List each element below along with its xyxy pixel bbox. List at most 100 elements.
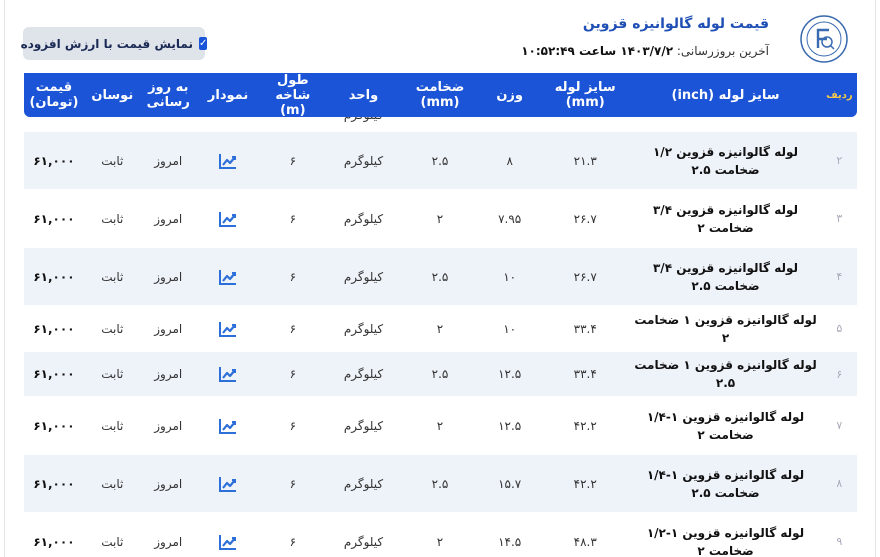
row-price: ۶۱,۰۰۰ [33,418,75,433]
row-fluctuation: ثابت [101,367,124,381]
row-index: ۲ [836,154,843,167]
row-length: ۶ [289,269,297,284]
row-name: لوله گالوانیزه قزوین ۱ ضخامت ۲ [634,312,817,345]
row-chart[interactable] [196,152,261,170]
row-size: ۴۲.۲ [573,476,597,491]
row-length: ۶ [289,418,297,433]
table-row[interactable]: ۴ لوله گالوانیزه قزوین ۳/۴ ضخامت ۲.۵ ۲۶.۷ ۱… [24,248,857,306]
row-index: ۴ [836,270,843,283]
col-name-header: سایز لوله (inch) [671,87,780,103]
trend-chart-icon[interactable] [218,210,238,228]
row-thickness: ۲ [436,321,444,336]
trend-chart-icon[interactable] [218,417,238,435]
row-name: لوله گالوانیزه قزوین ۱ ضخامت ۲.۵ [634,358,817,390]
row-weight: ۸ [506,153,513,168]
trend-chart-icon[interactable] [218,365,238,383]
row-weight: ۱۵.۷ [498,476,522,491]
trend-chart-icon[interactable] [218,533,238,551]
row-update: امروز [154,269,183,284]
row-chart[interactable] [196,533,261,551]
table-row[interactable]: ۶ لوله گالوانیزه قزوین ۱ ضخامت ۲.۵ ۳۳.۴ ۱۲.… [24,352,857,397]
row-length: ۶ [289,534,297,549]
vat-checkbox[interactable]: ✓ [199,37,208,50]
table-row[interactable]: ۷ لوله گالوانیزه قزوین ۱-۱/۴ ضخامت ۲ ۴۲.۲ ۱… [24,397,857,455]
table-header: ردیف سایز لوله (inch) سایز لوله (mm) وزن… [24,73,857,118]
row-index: ۶ [836,367,843,381]
row-name: لوله گالوانیزه قزوین ۱/۲ ضخامت ۲.۵ [652,144,799,177]
table-row[interactable]: ۵ لوله گالوانیزه قزوین ۱ ضخامت ۲ ۳۳.۴ ۱۰ ۲ کی… [24,306,857,352]
row-fluctuation: ثابت [101,418,124,433]
row-unit: کیلوگرم [343,321,384,336]
row-chart[interactable] [196,268,261,286]
row-fluctuation: ثابت [101,534,124,549]
row-thickness: ۲.۵ [431,476,449,491]
table-row[interactable]: ۸ لوله گالوانیزه قزوین ۱-۱/۴ ضخامت ۲.۵ ۴۲.… [24,455,857,513]
row-size: ۴۲.۲ [573,418,597,433]
table-row[interactable]: ۳ لوله گالوانیزه قزوین ۳/۴ ضخامت ۲ ۲۶.۷ ۷.۹… [24,190,857,248]
row-chart[interactable] [196,417,261,435]
row-size: ۲۶.۷ [573,211,597,226]
col-weight-header: وزن [496,87,523,103]
row-thickness: ۲.۵ [431,269,449,284]
col-price-header: قیمت (تومان) [29,80,79,110]
vat-toggle[interactable]: ✓ نمایش قیمت با ارزش افزوده [21,27,208,60]
row-unit: کیلوگرم [343,476,384,491]
row-index: ۳ [836,212,843,225]
row-weight: ۱۰ [503,321,517,336]
row-fluctuation: ثابت [101,476,124,491]
row-weight: ۷.۹۵ [498,211,522,226]
row-length: ۶ [289,367,297,381]
row-fluctuation: ثابت [101,211,124,226]
row-weight: ۱۰ [503,269,517,284]
row-chart[interactable] [196,365,261,383]
row-length: ۶ [289,321,297,336]
row-update: امروز [154,476,183,491]
row-size: ۴۸.۳ [573,534,597,549]
row-thickness: ۲ [436,534,444,549]
trend-chart-icon[interactable] [218,320,238,338]
row-unit: کیلوگرم [343,153,384,168]
row-price: ۶۱,۰۰۰ [33,153,75,168]
row-fluctuation: ثابت [101,321,124,336]
row-index: ۵ [836,322,843,335]
row-update: امروز [154,321,183,336]
trend-chart-icon[interactable] [218,268,238,286]
row-size: ۲۶.۷ [573,269,597,284]
row-thickness: ۲ [436,211,444,226]
row-price: ۶۱,۰۰۰ [33,211,75,226]
row-price: ۶۱,۰۰۰ [33,476,75,491]
row-thickness: ۲ [436,418,444,433]
row-fluctuation: ثابت [101,269,124,284]
last-update-value: ۱۴۰۳/۷/۲ ساعت ۱۰:۵۲:۴۹ [521,44,674,58]
row-price: ۶۱,۰۰۰ [33,321,75,336]
qazvin-pipe-logo [800,15,848,63]
trend-chart-icon[interactable] [218,475,238,493]
row-update: امروز [154,153,183,168]
row-thickness: ۲.۵ [431,367,449,381]
trend-chart-icon[interactable] [218,152,238,170]
row-update: امروز [154,211,183,226]
table-row[interactable]: ۹ لوله گالوانیزه قزوین ۱-۱/۲ ضخامت ۲ ۴۸.۳ ۱… [24,513,857,557]
col-update-header: به روز رسانی [146,80,190,110]
col-fluctuation-header: نوسان [91,87,134,103]
row-length: ۶ [289,476,297,491]
row-name: لوله گالوانیزه قزوین ۱-۱/۴ ضخامت ۲.۵ [646,467,805,500]
row-chart[interactable] [196,475,261,493]
row-thickness: ۲.۵ [431,153,449,168]
row-length: ۶ [289,211,297,226]
price-card: قیمت لوله گالوانیزه قزوین آخرین بروزرسان… [4,0,876,557]
table-body: کیلوگرم ۲ لوله گالوانیزه قزوین ۱/۲ ضخامت ۲… [24,74,857,557]
row-update: امروز [154,418,183,433]
row-size: ۳۳.۴ [573,321,597,336]
row-unit: کیلوگرم [343,418,384,433]
row-unit: کیلوگرم [343,534,384,549]
row-chart[interactable] [196,210,261,228]
row-unit: کیلوگرم [343,269,384,284]
row-index: ۷ [836,419,843,432]
row-chart[interactable] [196,320,261,338]
row-size: ۳۳.۴ [573,367,597,381]
page-title: قیمت لوله گالوانیزه قزوین [582,16,769,32]
col-thickness-header: ضخامت (mm) [415,80,465,110]
col-size-header: سایز لوله (mm) [554,80,616,110]
table-row[interactable]: ۲ لوله گالوانیزه قزوین ۱/۲ ضخامت ۲.۵ ۲۱.۳ ۸… [24,132,857,190]
